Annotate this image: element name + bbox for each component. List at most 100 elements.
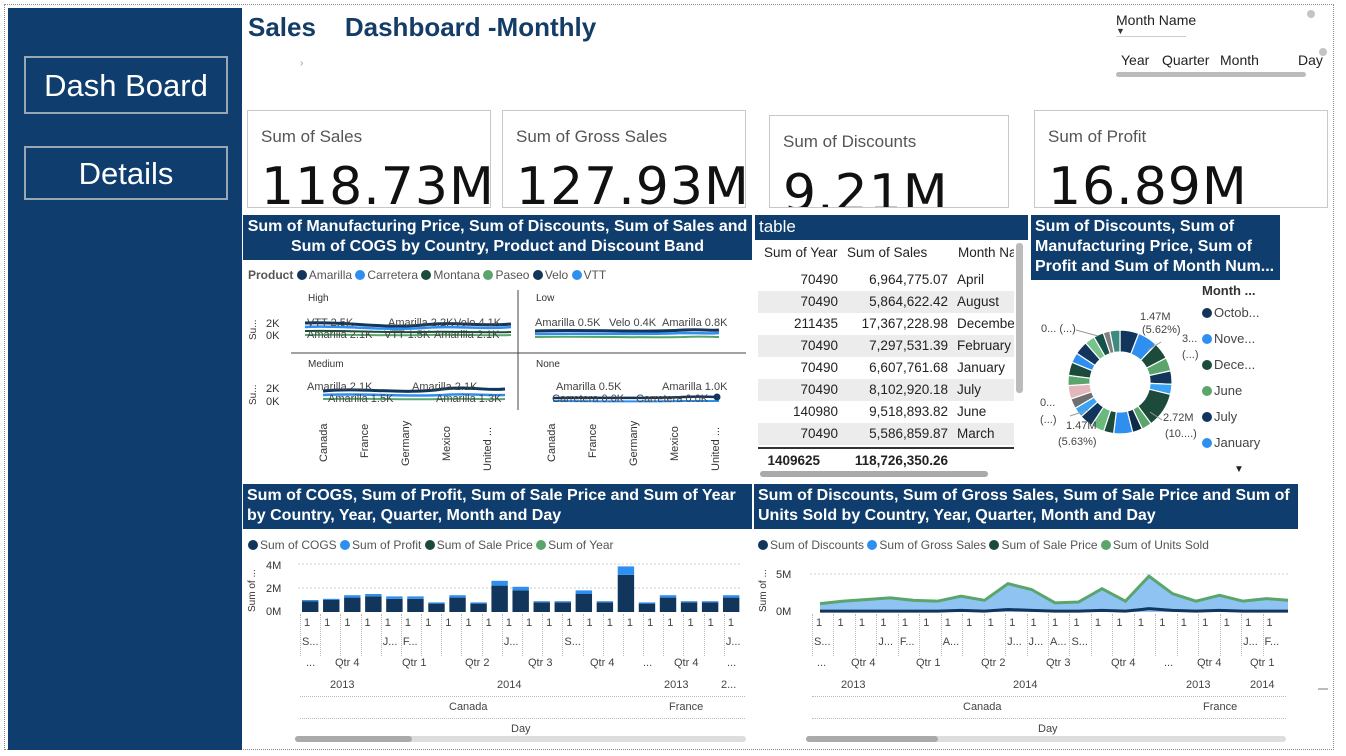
table-horizontal-scrollbar[interactable] <box>760 471 988 477</box>
legend-item[interactable]: Octob... <box>1202 305 1260 320</box>
legend-scroll-down-icon[interactable]: ▼ <box>1234 464 1244 475</box>
bar-cogs[interactable] <box>302 601 319 612</box>
bar-cogs[interactable] <box>512 590 529 612</box>
table-row[interactable]: 70490 8,102,920.18 July <box>758 379 1014 401</box>
data-point[interactable] <box>713 393 721 401</box>
bar-profit[interactable] <box>491 580 508 586</box>
bar-profit[interactable] <box>617 566 635 575</box>
column-header[interactable]: Sum of Sales <box>847 245 927 260</box>
bar-profit[interactable] <box>323 598 340 600</box>
slicer-scrollbar[interactable] <box>1116 72 1306 77</box>
bar-profit[interactable] <box>449 595 466 598</box>
bar-cogs[interactable] <box>386 598 403 612</box>
hierarchy-year[interactable]: Year <box>1121 52 1149 68</box>
column-header[interactable]: Month Na <box>958 245 1014 260</box>
bar-profit[interactable] <box>659 595 677 598</box>
bar-profit[interactable] <box>722 595 740 598</box>
legend-item[interactable]: Amarilla <box>296 268 352 282</box>
bar-cogs[interactable] <box>722 597 740 612</box>
bar-profit[interactable] <box>407 596 424 599</box>
series-line[interactable] <box>534 328 720 333</box>
bar-cogs[interactable] <box>449 597 466 612</box>
table-row[interactable]: 211435 17,367,228.98 December <box>758 313 1014 335</box>
bar-cogs[interactable] <box>638 603 656 612</box>
bar-cogs[interactable] <box>491 585 508 612</box>
bar-cogs[interactable] <box>575 594 593 612</box>
legend-item[interactable]: Sum of COGS <box>248 538 337 552</box>
column-header[interactable]: Sum of Year <box>764 245 838 260</box>
legend-dot <box>340 540 351 550</box>
legend-item[interactable]: Sum of Gross Sales <box>867 538 986 552</box>
table-row[interactable]: 70490 5,864,622.42 August <box>758 291 1014 313</box>
legend-item[interactable]: Paseo <box>483 268 529 282</box>
table-row[interactable]: 70490 6,964,775.07 April <box>758 269 1014 291</box>
bar-profit[interactable] <box>533 601 550 603</box>
bar-profit[interactable] <box>428 602 445 604</box>
table-row[interactable]: 70490 5,586,859.87 March <box>758 423 1014 445</box>
slicer-dropdown-icon[interactable]: ▼ <box>1116 26 1125 36</box>
bar-profit[interactable] <box>680 601 698 603</box>
series-line[interactable] <box>534 335 720 339</box>
bar-cogs[interactable] <box>596 602 614 612</box>
day-label: 1 <box>546 617 553 629</box>
legend-item[interactable]: June <box>1202 383 1242 398</box>
table-row[interactable]: 140980 9,518,893.82 June <box>758 401 1014 423</box>
details-nav-button[interactable]: Details <box>24 146 228 200</box>
bar-profit[interactable] <box>365 594 382 597</box>
bar-cogs[interactable] <box>659 597 677 612</box>
dashboard-nav-button[interactable]: Dash Board <box>24 56 228 114</box>
area-gross-sales[interactable] <box>820 576 1288 612</box>
legend-item[interactable]: Carretera <box>355 268 418 282</box>
legend-item[interactable]: July <box>1202 409 1237 424</box>
series-line[interactable] <box>534 331 720 336</box>
table-vertical-scrollbar[interactable] <box>1016 243 1023 393</box>
bar-cogs[interactable] <box>554 602 571 612</box>
bar-profit[interactable] <box>344 595 361 598</box>
bar-profit[interactable] <box>386 596 403 599</box>
legend-item[interactable]: January <box>1202 435 1260 450</box>
legend-item[interactable]: Velo <box>532 268 568 282</box>
legend-item[interactable]: Sum of Discounts <box>758 538 864 552</box>
legend-item[interactable]: Sum of Profit <box>340 538 421 552</box>
bar-cogs[interactable] <box>533 602 550 612</box>
resize-handle-icon[interactable] <box>1318 688 1328 690</box>
area-chart-scrollbar[interactable] <box>806 736 1286 742</box>
x-tick: Mexico <box>441 426 453 461</box>
legend-item[interactable]: Sum of Sale Price <box>989 538 1098 552</box>
bar-cogs[interactable] <box>680 602 698 612</box>
bar-profit[interactable] <box>554 601 571 603</box>
day-label: 1 <box>566 617 573 629</box>
bar-profit[interactable] <box>575 590 593 594</box>
bar-profit[interactable] <box>470 602 487 604</box>
bar-cogs[interactable] <box>617 574 635 612</box>
legend-label: Dece... <box>1214 357 1256 372</box>
legend-item[interactable]: Sum of Units Sold <box>1100 538 1209 552</box>
hierarchy-quarter[interactable]: Quarter <box>1162 52 1209 68</box>
table-row[interactable]: 70490 7,297,531.39 February <box>758 335 1014 357</box>
legend-item[interactable]: Sum of Year <box>536 538 614 552</box>
legend-item[interactable]: Dece... <box>1202 357 1255 372</box>
bar-chart-scrollbar[interactable] <box>295 736 746 742</box>
table-row[interactable]: 70490 6,607,761.68 January <box>758 357 1014 379</box>
bar-profit[interactable] <box>596 601 614 603</box>
bar-cogs[interactable] <box>323 600 340 612</box>
bar-profit[interactable] <box>701 601 719 603</box>
axis-separator <box>300 718 745 719</box>
bar-cogs[interactable] <box>407 598 424 612</box>
bar-cogs[interactable] <box>344 597 361 612</box>
bar-profit[interactable] <box>512 586 529 591</box>
day-label: 1 <box>687 617 694 629</box>
bar-cogs[interactable] <box>470 603 487 612</box>
legend-item[interactable]: Montana <box>421 268 480 282</box>
bar-cogs[interactable] <box>428 603 445 612</box>
month-label: J... <box>725 636 741 648</box>
legend-item[interactable]: VTT <box>571 268 606 282</box>
legend-item[interactable]: Sum of Sale Price <box>424 538 533 552</box>
hierarchy-month[interactable]: Month <box>1220 52 1259 68</box>
bar-cogs[interactable] <box>701 602 719 612</box>
quarter-label: Qtr 2 <box>981 657 1006 669</box>
legend-item[interactable]: Nove... <box>1202 331 1255 346</box>
bar-cogs[interactable] <box>365 596 382 612</box>
bar-profit[interactable] <box>302 600 319 602</box>
bar-profit[interactable] <box>638 602 656 604</box>
